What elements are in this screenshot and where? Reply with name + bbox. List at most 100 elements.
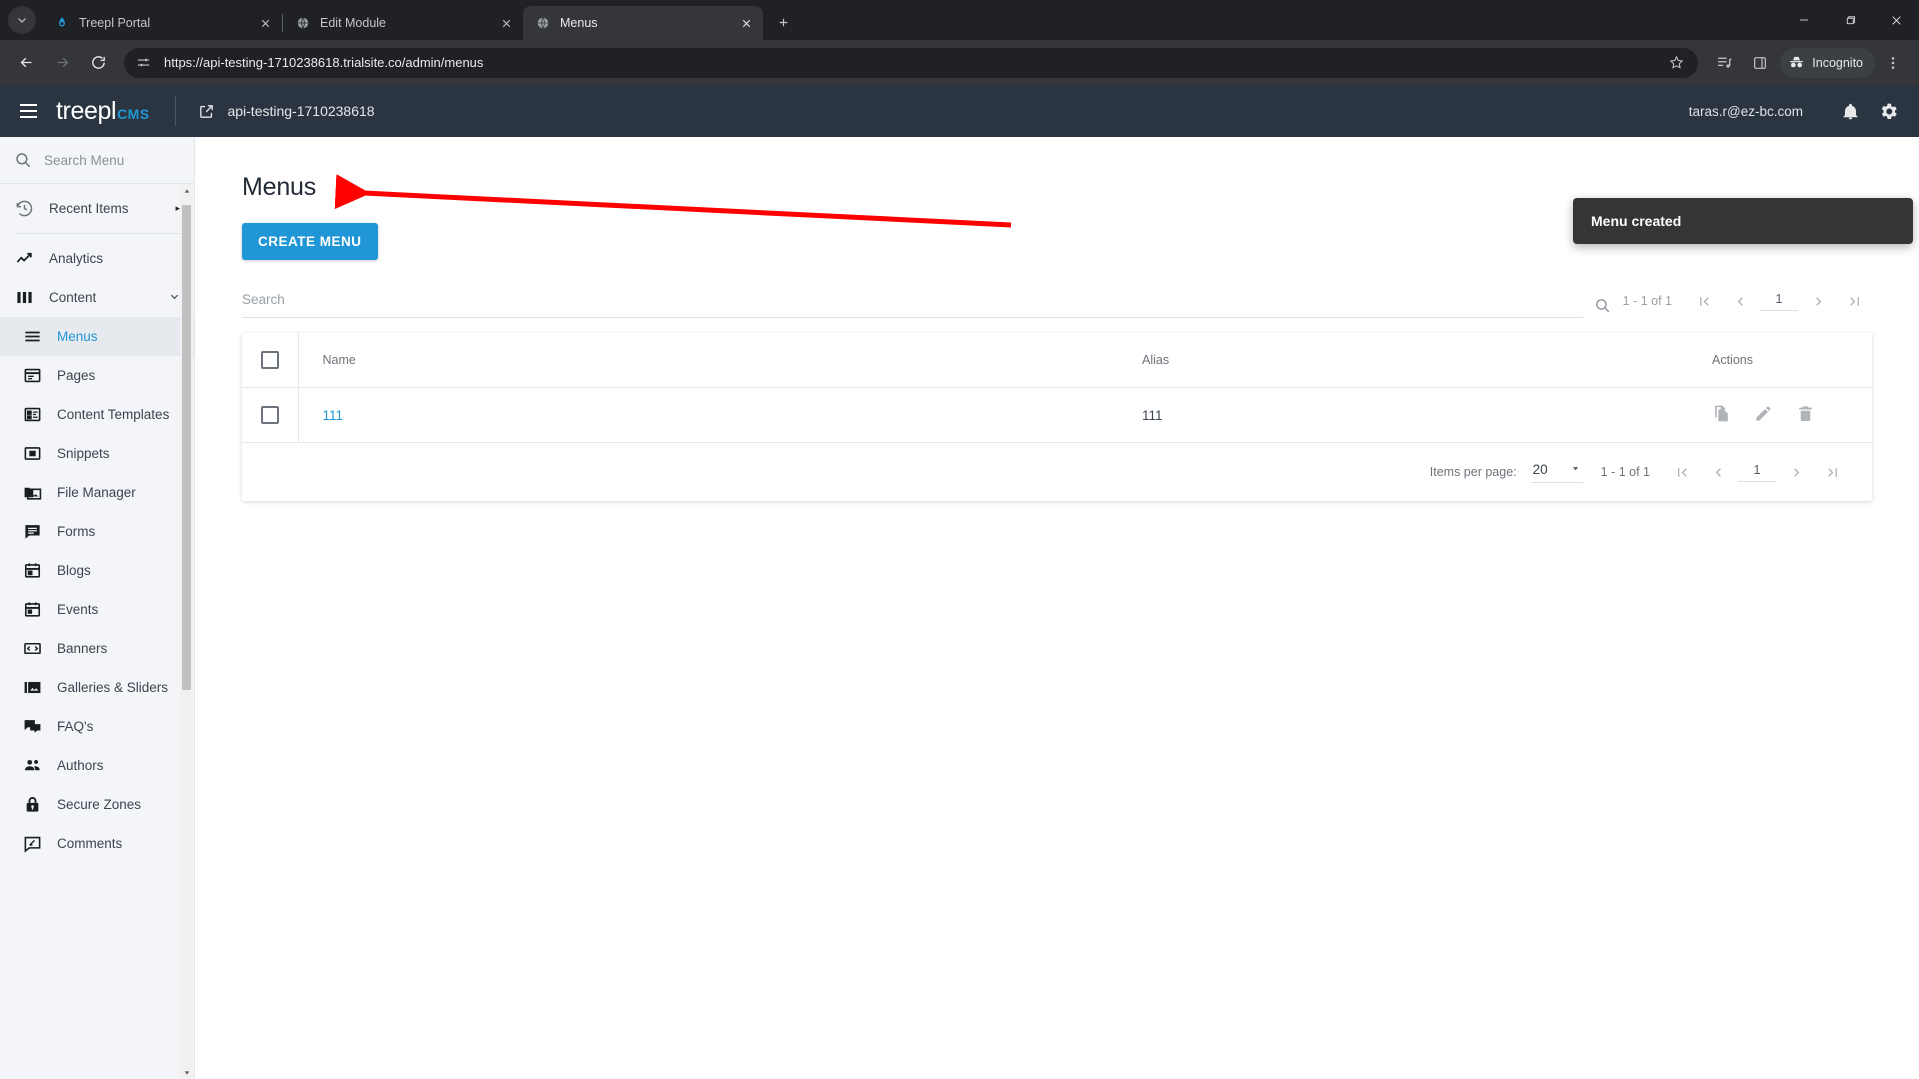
prev-page-icon[interactable] (1700, 457, 1736, 487)
sidebar-item-content[interactable]: Content (0, 278, 194, 317)
sidebar-item-analytics[interactable]: Analytics (0, 239, 194, 278)
browser-tab[interactable]: Edit Module (283, 6, 523, 40)
sidebar-item-events[interactable]: Events (0, 590, 194, 629)
next-page-icon[interactable] (1778, 457, 1814, 487)
minimize-button[interactable] (1781, 0, 1827, 40)
sidebar-item-authors[interactable]: Authors (0, 746, 194, 785)
address-bar[interactable]: https://api-testing-1710238618.trialsite… (124, 47, 1699, 78)
close-button[interactable] (1873, 0, 1919, 40)
edit-icon[interactable] (1754, 404, 1773, 426)
sidebar-item-content-templates[interactable]: Content Templates (0, 395, 194, 434)
globe-favicon (535, 15, 551, 31)
browser-tab-active[interactable]: Menus (523, 6, 763, 40)
top-page-number-input[interactable]: 1 (1760, 291, 1798, 311)
sidebar-item-label: Content (49, 290, 97, 305)
bottom-page-number-input[interactable]: 1 (1738, 462, 1776, 482)
scroll-up-arrow[interactable] (180, 184, 193, 197)
sidebar-item-file-manager[interactable]: File Manager (0, 473, 194, 512)
calendar-icon (22, 561, 42, 581)
toast-notification[interactable]: Menu created (1573, 198, 1913, 244)
sidebar-item-pages[interactable]: Pages (0, 356, 194, 395)
app-body: Search Menu Recent Items ▸ Analytics Con… (0, 137, 1919, 1079)
copy-icon[interactable] (1712, 404, 1731, 426)
search-input[interactable]: Search (242, 291, 1583, 318)
next-page-icon[interactable] (1800, 286, 1836, 316)
sidebar-item-blogs[interactable]: Blogs (0, 551, 194, 590)
toast-message: Menu created (1591, 213, 1682, 229)
sidebar-item-banners[interactable]: Banners (0, 629, 194, 668)
sidebar-divider (16, 233, 180, 234)
sidebar-item-faqs[interactable]: FAQ's (0, 707, 194, 746)
delete-icon[interactable] (1796, 404, 1815, 426)
scrollbar-track[interactable] (180, 197, 193, 1066)
site-name: api-testing-1710238618 (227, 103, 375, 119)
lock-icon (22, 795, 42, 815)
treepl-logo[interactable]: treepl CMS (56, 97, 149, 126)
sidebar-scrollbar[interactable] (180, 184, 193, 1079)
site-link[interactable]: api-testing-1710238618 (198, 103, 375, 120)
media-list-icon[interactable] (1708, 47, 1740, 79)
maximize-button[interactable] (1827, 0, 1873, 40)
user-email[interactable]: taras.r@ez-bc.com (1689, 104, 1803, 119)
sidebar-item-label: Banners (57, 641, 108, 656)
tab-close-icon[interactable] (256, 14, 274, 32)
side-panel-icon[interactable] (1744, 47, 1776, 79)
sidebar-item-forms[interactable]: Forms (0, 512, 194, 551)
sidebar-item-label: Snippets (57, 446, 110, 461)
sidebar-item-comments[interactable]: Comments (0, 824, 194, 863)
first-page-icon[interactable] (1664, 457, 1700, 487)
forward-icon[interactable] (46, 47, 78, 79)
annotation-arrow (334, 174, 1012, 228)
sidebar-search[interactable]: Search Menu (0, 137, 194, 184)
incognito-indicator[interactable]: Incognito (1780, 47, 1875, 78)
gear-icon[interactable] (1875, 98, 1901, 124)
reload-icon[interactable] (82, 47, 114, 79)
tab-title: Menus (560, 16, 598, 30)
select-all-checkbox[interactable] (242, 333, 299, 388)
sidebar-item-recent-items[interactable]: Recent Items ▸ (0, 189, 194, 228)
create-menu-button[interactable]: CREATE MENU (242, 223, 378, 260)
history-icon (14, 199, 34, 219)
sidebar-item-label: Menus (57, 329, 98, 344)
row-checkbox[interactable] (242, 387, 299, 443)
tab-strip: Treepl Portal Edit Module Menus (0, 0, 1919, 40)
prev-page-icon[interactable] (1722, 286, 1758, 316)
tab-close-icon[interactable] (737, 14, 755, 32)
search-and-pagination-row: Search 1 - 1 of 1 1 (242, 286, 1872, 318)
last-page-icon[interactable] (1836, 286, 1872, 316)
sidebar-item-secure-zones[interactable]: Secure Zones (0, 785, 194, 824)
back-icon[interactable] (10, 47, 42, 79)
sidebar-item-snippets[interactable]: Snippets (0, 434, 194, 473)
main-content: Menus CREATE MENU Search 1 - 1 of 1 1 Na… (195, 137, 1919, 1079)
tab-search-button[interactable] (8, 6, 36, 34)
first-page-icon[interactable] (1686, 286, 1722, 316)
tune-icon[interactable] (136, 54, 154, 72)
browser-tab[interactable]: Treepl Portal (42, 6, 282, 40)
checkbox[interactable] (260, 406, 279, 424)
bell-icon[interactable] (1837, 98, 1863, 124)
items-per-page-select[interactable]: 20 (1530, 462, 1583, 483)
menu-name-link[interactable]: 111 (323, 408, 344, 423)
column-header-name[interactable]: Name (298, 333, 1142, 388)
people-icon (22, 756, 42, 776)
star-icon[interactable] (1664, 51, 1688, 75)
header-divider (175, 96, 177, 126)
template-icon (22, 405, 42, 425)
kebab-menu-icon[interactable] (1877, 47, 1909, 79)
hamburger-icon[interactable] (10, 93, 46, 129)
search-icon[interactable] (1583, 297, 1623, 318)
scroll-down-arrow[interactable] (180, 1066, 193, 1079)
sidebar-item-galleries-sliders[interactable]: Galleries & Sliders (0, 668, 194, 707)
tab-close-icon[interactable] (497, 14, 515, 32)
column-header-alias[interactable]: Alias (1142, 333, 1682, 388)
cell-alias: 111 (1142, 387, 1682, 443)
checkbox[interactable] (260, 351, 279, 369)
new-tab-button[interactable] (769, 8, 797, 36)
table-header-row: Name Alias Actions (242, 333, 1872, 388)
cell-actions (1682, 387, 1872, 443)
globe-favicon (295, 15, 311, 31)
scrollbar-thumb[interactable] (182, 205, 191, 690)
sidebar-item-menus[interactable]: Menus (0, 317, 194, 356)
top-pagination: 1 - 1 of 1 1 (1623, 286, 1872, 318)
last-page-icon[interactable] (1814, 457, 1850, 487)
